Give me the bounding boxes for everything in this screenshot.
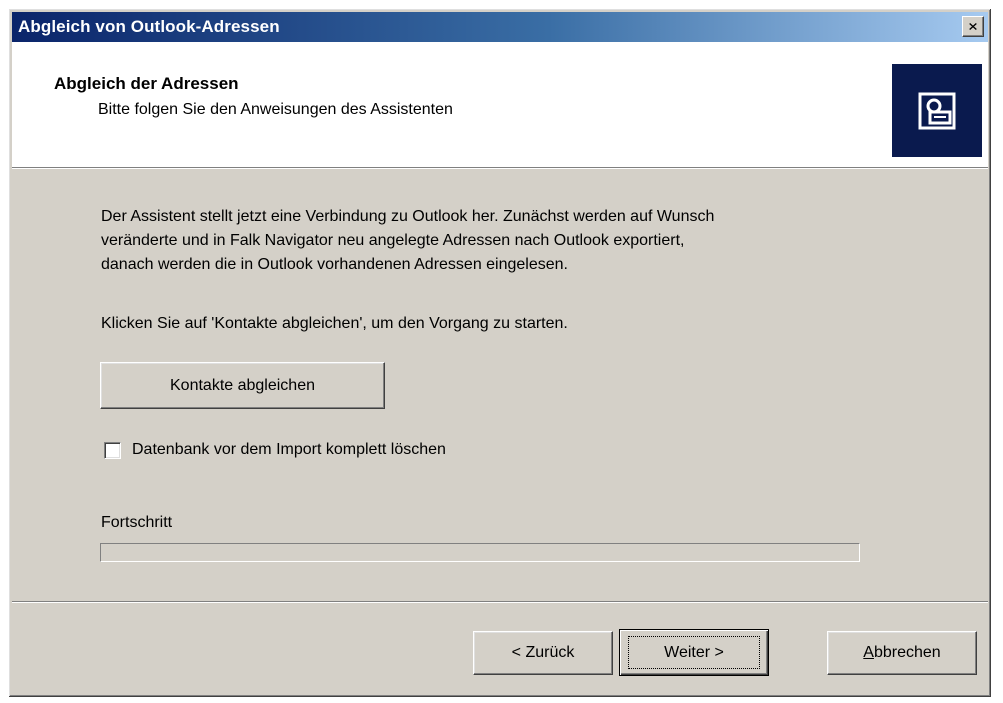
close-button[interactable] xyxy=(962,16,984,37)
next-button-label: Weiter > xyxy=(628,636,760,669)
page-title: Abgleich der Adressen xyxy=(54,74,239,93)
page-subtitle: Bitte folgen Sie den Anweisungen des Ass… xyxy=(98,101,453,118)
delete-database-checkbox[interactable] xyxy=(104,441,121,459)
title-bar[interactable]: Abgleich von Outlook-Adressen xyxy=(12,12,988,42)
header-divider xyxy=(12,168,988,169)
progress-bar xyxy=(100,543,860,562)
description-line: danach werden die in Outlook vorhandenen… xyxy=(101,256,568,273)
next-button[interactable]: Weiter > xyxy=(619,629,769,676)
close-icon xyxy=(969,23,977,30)
delete-database-option[interactable]: Datenbank vor dem Import komplett lösche… xyxy=(104,441,446,459)
cancel-button[interactable]: Abbrechen xyxy=(827,631,977,675)
description-line: Der Assistent stellt jetzt eine Verbindu… xyxy=(101,208,715,225)
description-text: Der Assistent stellt jetzt eine Verbindu… xyxy=(101,205,891,277)
cancel-button-label: Abbrechen xyxy=(863,644,941,661)
footer-divider xyxy=(12,601,988,603)
delete-database-label[interactable]: Datenbank vor dem Import komplett lösche… xyxy=(132,441,446,459)
wizard-header: Abgleich der Adressen Bitte folgen Sie d… xyxy=(12,42,988,168)
back-button[interactable]: < Zurück xyxy=(473,631,613,675)
wizard-dialog: Abgleich von Outlook-Adressen Abgleich d… xyxy=(8,8,992,698)
progress-label: Fortschritt xyxy=(101,514,173,531)
sync-contacts-button[interactable]: Kontakte abgleichen xyxy=(100,362,385,409)
window-title: Abgleich von Outlook-Adressen xyxy=(18,17,280,36)
instruction-text: Klicken Sie auf 'Kontakte abgleichen', u… xyxy=(101,315,568,332)
address-sync-icon xyxy=(892,64,982,157)
description-line: veränderte und in Falk Navigator neu ang… xyxy=(101,232,685,249)
